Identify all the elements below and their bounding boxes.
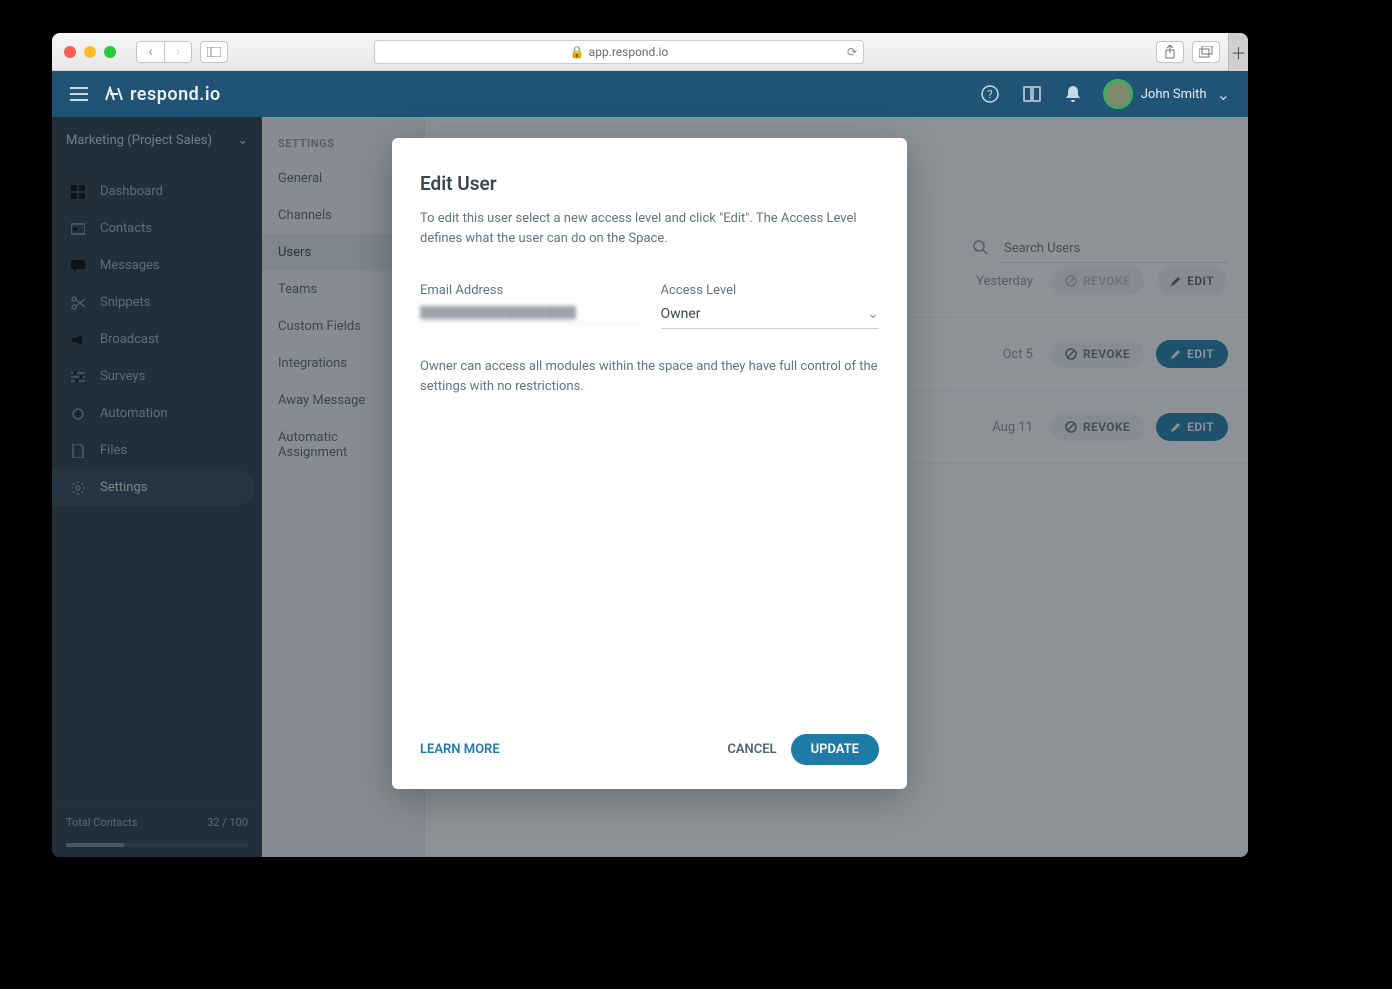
app-header: respond.io ? John Smith ⌄ bbox=[52, 71, 1248, 117]
chevron-down-icon: ⌄ bbox=[1217, 85, 1230, 104]
update-button[interactable]: UPDATE bbox=[791, 734, 879, 765]
user-name: John Smith bbox=[1141, 87, 1207, 102]
close-window-icon[interactable] bbox=[64, 46, 76, 58]
modal-description: To edit this user select a new access le… bbox=[420, 209, 879, 249]
browser-titlebar: ‹ › 🔒 app.respond.io ⟳ ＋ bbox=[52, 33, 1248, 71]
minimize-window-icon[interactable] bbox=[84, 46, 96, 58]
chevron-down-icon: ⌄ bbox=[867, 306, 879, 322]
share-button[interactable] bbox=[1156, 41, 1184, 63]
new-tab-button[interactable]: ＋ bbox=[1228, 33, 1248, 71]
url-text: app.respond.io bbox=[589, 45, 669, 59]
menu-icon[interactable] bbox=[70, 87, 88, 101]
user-menu[interactable]: John Smith ⌄ bbox=[1105, 81, 1230, 107]
refresh-icon[interactable]: ⟳ bbox=[847, 45, 857, 59]
help-icon[interactable]: ? bbox=[981, 85, 999, 103]
sidebar-toggle-button[interactable] bbox=[200, 41, 228, 63]
learn-more-link[interactable]: LEARN MORE bbox=[420, 742, 500, 757]
tabs-button[interactable] bbox=[1192, 41, 1220, 63]
access-level-select[interactable]: Owner ⌄ bbox=[661, 306, 880, 329]
address-bar[interactable]: 🔒 app.respond.io ⟳ bbox=[374, 40, 864, 64]
lock-icon: 🔒 bbox=[570, 45, 585, 59]
bell-icon[interactable] bbox=[1065, 85, 1081, 103]
avatar bbox=[1105, 81, 1131, 107]
access-level-hint: Owner can access all modules within the … bbox=[420, 357, 879, 397]
app-logo: respond.io bbox=[104, 84, 221, 105]
modal-title: Edit User bbox=[420, 172, 879, 195]
back-button[interactable]: ‹ bbox=[136, 41, 164, 63]
nav-buttons: ‹ › bbox=[136, 41, 192, 63]
email-label: Email Address bbox=[420, 283, 639, 298]
browser-window: ‹ › 🔒 app.respond.io ⟳ ＋ respond.io bbox=[52, 33, 1248, 857]
docs-icon[interactable] bbox=[1023, 86, 1041, 102]
edit-user-modal: Edit User To edit this user select a new… bbox=[392, 138, 907, 789]
email-value: ████████████████████ bbox=[420, 306, 639, 324]
cancel-button[interactable]: CANCEL bbox=[713, 734, 790, 765]
access-level-label: Access Level bbox=[661, 283, 880, 298]
svg-text:?: ? bbox=[987, 88, 992, 101]
forward-button[interactable]: › bbox=[164, 41, 192, 63]
window-controls bbox=[64, 46, 116, 58]
maximize-window-icon[interactable] bbox=[104, 46, 116, 58]
